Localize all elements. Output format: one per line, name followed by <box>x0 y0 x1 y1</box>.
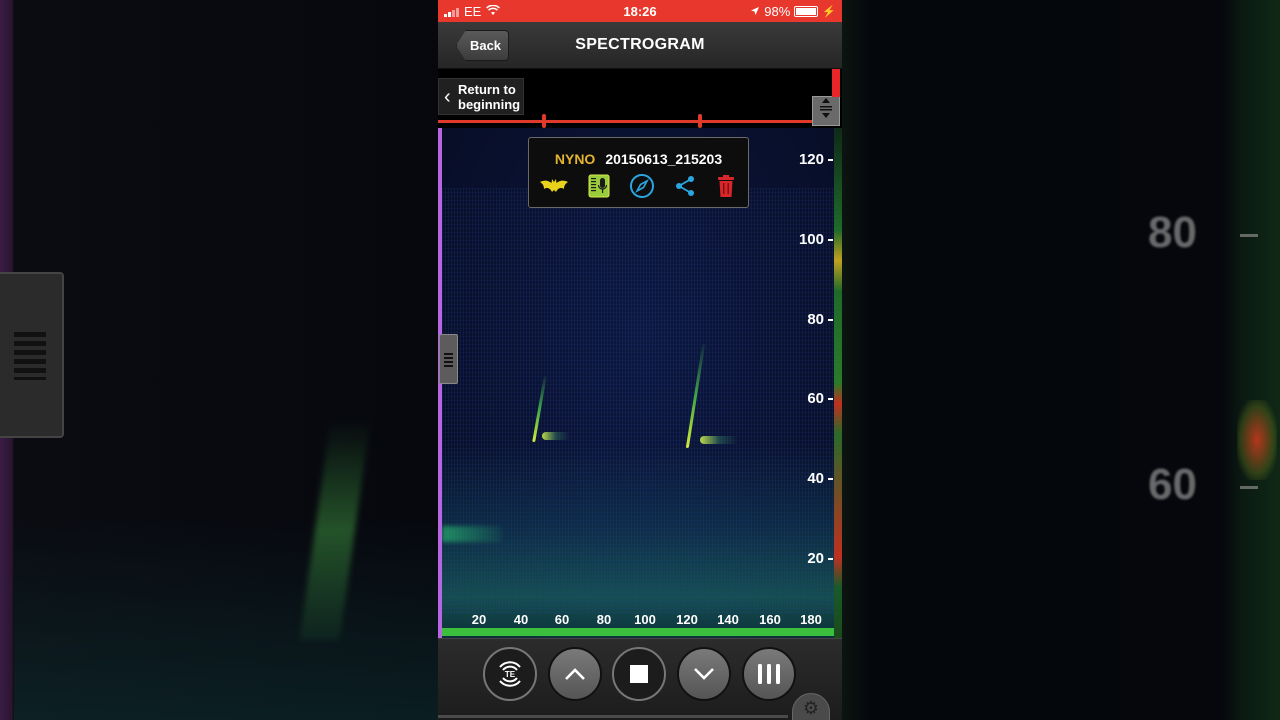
background-tick <box>1240 234 1258 237</box>
x-tick-label: 160 <box>759 612 781 627</box>
x-tick-label: 140 <box>717 612 739 627</box>
x-tick-label: 80 <box>596 612 612 627</box>
bat-call-tail <box>700 436 738 444</box>
y-tick <box>828 558 833 560</box>
scrub-handle[interactable] <box>439 334 458 384</box>
x-tick-label: 180 <box>800 612 822 627</box>
location-icon <box>750 4 760 19</box>
te-icon: TE <box>499 661 521 687</box>
time-axis-bar <box>442 628 834 636</box>
grip-icon <box>444 353 453 367</box>
y-tick <box>828 159 833 161</box>
background-noise <box>14 520 438 720</box>
settings-button[interactable]: ⚙ <box>792 693 830 720</box>
compass-icon[interactable] <box>629 173 655 204</box>
background-y-label: 80 <box>1148 208 1197 257</box>
chevron-down-icon <box>694 668 714 680</box>
te-label: TE <box>505 670 516 679</box>
page-title: SPECTROGRAM <box>575 36 705 53</box>
background-right: 80 60 <box>842 0 1280 720</box>
share-icon[interactable] <box>673 174 697 203</box>
playback-controls: TE ⚙ <box>438 638 842 720</box>
y-tick-label: 40 <box>807 470 824 487</box>
battery-percent: 98% <box>764 4 791 19</box>
recording-info-panel: NYNO 20150613_215203 <box>528 137 749 208</box>
y-tick-label: 100 <box>798 231 824 248</box>
low-frequency-band <box>442 526 502 542</box>
background-glow <box>1237 400 1277 480</box>
y-tick <box>828 398 833 400</box>
bat-icon[interactable] <box>539 177 569 200</box>
stop-icon <box>630 665 648 683</box>
status-bar: EE 18:26 98% ⚡ <box>438 0 842 22</box>
return-label-line1: Return to <box>458 82 516 97</box>
y-tick-label: 120 <box>798 151 824 168</box>
zoom-handle[interactable] <box>812 96 840 126</box>
level-indicator <box>832 69 840 97</box>
charging-icon: ⚡ <box>822 6 836 18</box>
nav-bar: Back SPECTROGRAM <box>438 22 842 69</box>
y-tick <box>828 478 833 480</box>
y-tick-label: 80 <box>807 311 824 328</box>
spectrogram[interactable]: 120 100 80 60 40 20 20 40 60 80 100 120 … <box>438 128 842 638</box>
waveform-peak <box>698 114 702 128</box>
x-tick-label: 20 <box>471 612 487 627</box>
x-tick-label: 100 <box>634 612 656 627</box>
trash-icon[interactable] <box>716 174 736 203</box>
waveform-line <box>438 119 838 125</box>
spectrogram-noise <box>442 188 834 614</box>
return-to-beginning-button[interactable]: ‹ Return to beginning <box>438 78 524 115</box>
return-label-line2: beginning <box>458 97 521 112</box>
species-code: NYNO <box>554 151 596 167</box>
scroll-down-button[interactable] <box>677 647 731 701</box>
y-tick-label: 60 <box>807 390 824 407</box>
stop-button[interactable] <box>612 647 666 701</box>
y-tick <box>828 239 833 241</box>
x-tick-label: 120 <box>676 612 698 627</box>
waveform-peak <box>542 114 546 128</box>
audio-file-icon[interactable] <box>588 174 610 203</box>
chevron-left-icon: ‹ <box>444 86 451 108</box>
background-tick <box>1240 486 1258 489</box>
phone-screen: EE 18:26 98% ⚡ Back SPECTROGRAM ‹ Return… <box>438 0 842 720</box>
columns-icon <box>758 664 780 684</box>
background-left <box>0 0 438 720</box>
chevron-up-icon <box>565 668 585 680</box>
amplitude-strip <box>834 128 842 638</box>
resize-icon <box>820 98 832 118</box>
x-tick-label: 60 <box>554 612 570 627</box>
waveform-overview[interactable]: ‹ Return to beginning <box>438 69 842 128</box>
background-handle <box>0 272 64 438</box>
x-tick-label: 40 <box>513 612 529 627</box>
time-expansion-button[interactable]: TE <box>483 647 537 701</box>
scroll-up-button[interactable] <box>548 647 602 701</box>
recording-filename: 20150613_215203 <box>605 151 723 167</box>
bat-call-tail <box>542 432 570 440</box>
bottom-divider <box>438 715 788 718</box>
background-y-label: 60 <box>1148 460 1197 509</box>
y-tick-label: 20 <box>807 550 824 567</box>
menu-button[interactable] <box>742 647 796 701</box>
battery-icon <box>794 6 819 17</box>
gear-icon: ⚙ <box>802 698 820 718</box>
y-tick <box>828 319 833 321</box>
